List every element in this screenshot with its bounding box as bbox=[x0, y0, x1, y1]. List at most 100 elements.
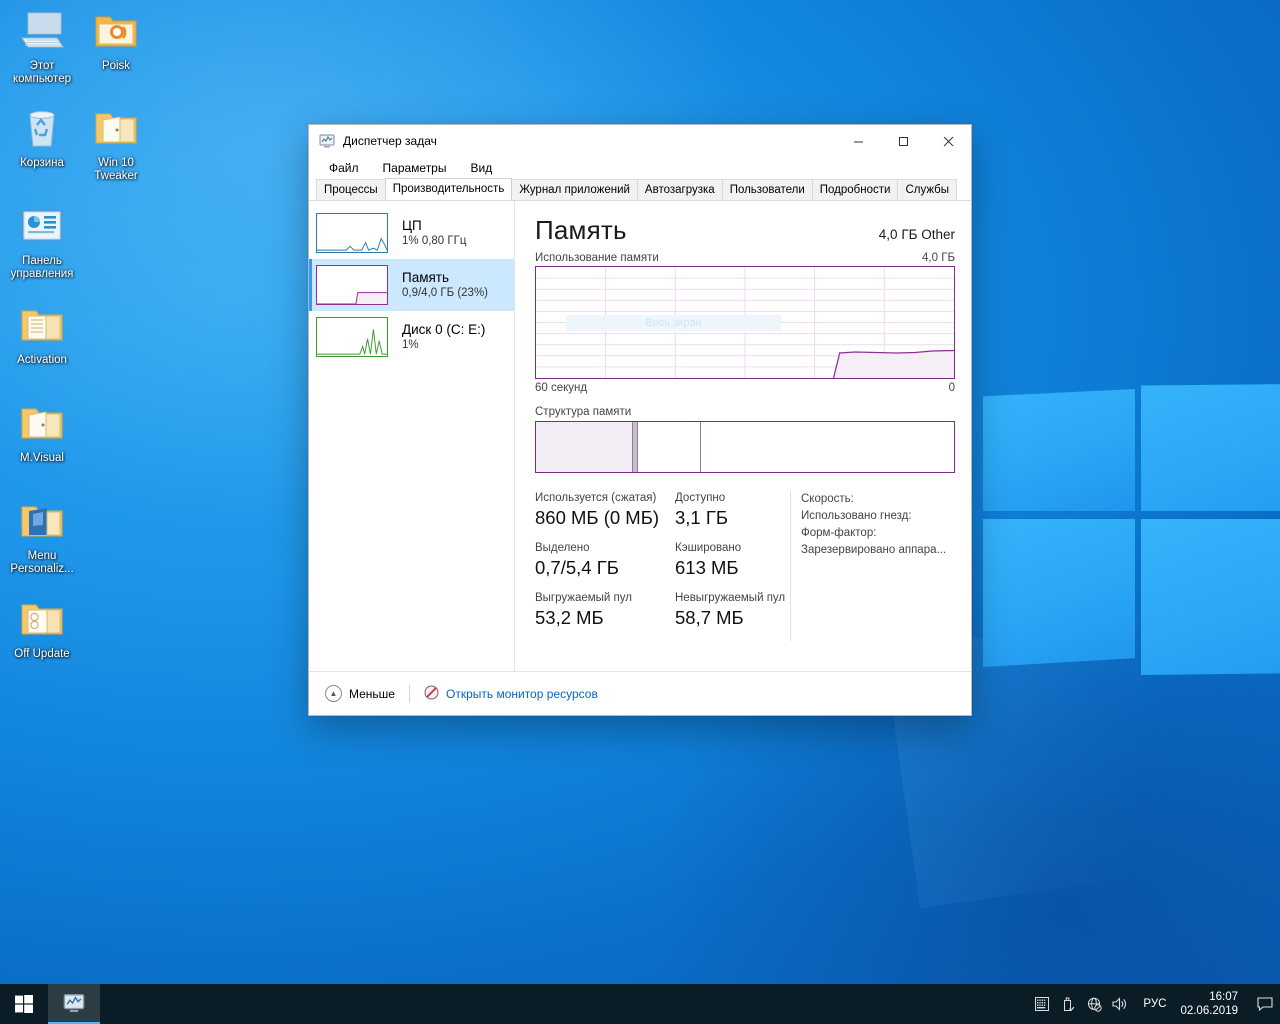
network-blocked-icon[interactable] bbox=[1081, 984, 1107, 1024]
volume-icon[interactable] bbox=[1107, 984, 1133, 1024]
close-button[interactable] bbox=[926, 125, 971, 157]
stat-label: Используется (сжатая) bbox=[535, 492, 657, 504]
sidebar-sub-disk0: 1% bbox=[402, 338, 419, 351]
tab-4[interactable]: Пользователи bbox=[721, 179, 813, 200]
stat-committed: Выделено 0,7/5,4 ГБ bbox=[535, 541, 675, 580]
resource-monitor-label: Открыть монитор ресурсов bbox=[445, 686, 598, 701]
folder-door-icon bbox=[92, 105, 140, 153]
memory-detail-panel: Память 4,0 ГБ Other Использование памяти… bbox=[515, 201, 971, 671]
window-title: Диспетчер задач bbox=[343, 134, 437, 148]
fewer-details-label: Меньше bbox=[349, 686, 395, 701]
tab-3[interactable]: Автозагрузка bbox=[636, 179, 723, 200]
desktop-icon-label: M.Visual bbox=[20, 452, 64, 464]
memory-usage-graph[interactable]: Весь экран bbox=[535, 266, 955, 379]
desktop-icon-menu-personalize[interactable]: Menu Personaliz... bbox=[4, 498, 80, 576]
desktop-icon-label: Win 10 Tweaker bbox=[94, 157, 138, 182]
taskmanager-icon bbox=[63, 994, 85, 1012]
sidebar-item-memory[interactable]: Память 0,9/4,0 ГБ (23%) bbox=[309, 259, 514, 311]
spec-line-3: Зарезервировано аппара... bbox=[801, 544, 947, 556]
language-indicator[interactable]: РУС bbox=[1133, 984, 1176, 1024]
sidebar-sub-memory: 0,9/4,0 ГБ (23%) bbox=[402, 286, 489, 299]
taskbar-item-taskmanager[interactable] bbox=[48, 984, 100, 1024]
sidebar-item-disk0[interactable]: Диск 0 (C: E:) 1% bbox=[309, 311, 514, 363]
sidebar-text-cpu: ЦП 1% 0,80 ГГц bbox=[402, 218, 466, 249]
tab-5[interactable]: Подробности bbox=[811, 179, 899, 200]
folder-search-icon bbox=[92, 8, 140, 56]
desktop-icon-m-visual[interactable]: M.Visual bbox=[4, 400, 80, 465]
sidebar-thumb-cpu bbox=[316, 213, 388, 253]
sidebar-text-memory: Память 0,9/4,0 ГБ (23%) bbox=[402, 270, 488, 301]
tab-6[interactable]: Службы bbox=[897, 179, 958, 200]
composition-segment-standby[interactable] bbox=[638, 422, 702, 472]
desktop-icon-off-update[interactable]: Off Update bbox=[4, 596, 80, 661]
window-controls bbox=[836, 125, 971, 157]
task-manager-window[interactable]: Диспетчер задач Файл Параметры Вид Проце… bbox=[308, 124, 972, 716]
desktop-icon-poisk[interactable]: Poisk bbox=[78, 8, 154, 73]
memory-composition-bar[interactable] bbox=[535, 421, 955, 473]
menu-bar: Файл Параметры Вид bbox=[309, 157, 971, 179]
window-titlebar[interactable]: Диспетчер задач bbox=[309, 125, 971, 157]
desktop-icon-label: Панель управления bbox=[10, 255, 74, 280]
action-center-button[interactable] bbox=[1250, 984, 1280, 1024]
resource-list: ЦП 1% 0,80 ГГц Память 0,9/4,0 ГБ (23%) Дис… bbox=[309, 201, 515, 671]
sidebar-thumb-disk0 bbox=[316, 317, 388, 357]
win-logo-pane-top-right bbox=[1141, 383, 1280, 511]
tab-0[interactable]: Процессы bbox=[316, 179, 386, 200]
sidebar-item-cpu[interactable]: ЦП 1% 0,80 ГГц bbox=[309, 207, 514, 259]
stat-value: 613 МБ bbox=[675, 557, 739, 578]
memory-capacity-label: 4,0 ГБ Other bbox=[878, 227, 955, 242]
win-logo-pane-bottom-left bbox=[983, 519, 1135, 667]
memory-statistics: Используется (сжатая) 860 МБ (0 МБ) Доступ… bbox=[535, 491, 955, 641]
footer-divider bbox=[408, 684, 410, 703]
minimize-button[interactable] bbox=[836, 125, 881, 157]
desktop-icon-control-panel[interactable]: Панель управления bbox=[4, 203, 80, 281]
tab-2[interactable]: Журнал приложений bbox=[511, 179, 638, 200]
taskbar: РУС 16:07 02.06.2019 bbox=[0, 984, 1280, 1024]
desktop-icon-label: Этот компьютер bbox=[13, 60, 71, 85]
folder-blue-icon bbox=[18, 498, 66, 546]
graph-time-span: 60 секунд bbox=[535, 382, 588, 394]
stat-in-use-compressed: Используется (сжатая) 860 МБ (0 МБ) bbox=[535, 491, 675, 530]
detail-header: Память 4,0 ГБ Other bbox=[535, 215, 955, 246]
memory-hardware-specs: Скорость: Использовано гнезд: Форм-фактор:… bbox=[790, 491, 955, 641]
open-resource-monitor-link[interactable]: Открыть монитор ресурсов bbox=[424, 685, 598, 703]
menu-view[interactable]: Вид bbox=[468, 160, 494, 176]
stat-label: Доступно bbox=[675, 492, 726, 504]
stat-value: 0,7/5,4 ГБ bbox=[535, 557, 619, 578]
folder-door-icon bbox=[18, 400, 66, 448]
start-button[interactable] bbox=[0, 984, 48, 1024]
menu-options[interactable]: Параметры bbox=[381, 160, 449, 176]
usb-eject-icon[interactable] bbox=[1055, 984, 1081, 1024]
stat-nonpaged-pool: Невыгружаемый пул 58,7 МБ bbox=[675, 591, 785, 630]
graph-caption-left: Использование памяти bbox=[535, 252, 659, 264]
task-manager-body: ЦП 1% 0,80 ГГц Память 0,9/4,0 ГБ (23%) Дис… bbox=[309, 201, 971, 671]
chevron-up-icon: ▲ bbox=[325, 685, 342, 702]
desktop-icon-this-pc[interactable]: Этот компьютер bbox=[4, 8, 80, 86]
win-logo-pane-top-left bbox=[983, 389, 1135, 511]
composition-segment-in-use[interactable] bbox=[536, 422, 634, 472]
maximize-button[interactable] bbox=[881, 125, 926, 157]
clock[interactable]: 16:07 02.06.2019 bbox=[1176, 984, 1250, 1024]
memory-usage-series bbox=[536, 349, 954, 378]
stat-row: Выделено 0,7/5,4 ГБ Кэшировано 613 МБ bbox=[535, 541, 790, 580]
touch-keyboard-icon[interactable] bbox=[1029, 984, 1055, 1024]
fewer-details-button[interactable]: ▲ Меньше bbox=[325, 685, 395, 702]
sidebar-title-cpu: ЦП bbox=[402, 217, 422, 233]
stat-label: Кэшировано bbox=[675, 542, 742, 554]
graph-caption-right: 4,0 ГБ bbox=[922, 252, 955, 264]
composition-segment-free[interactable] bbox=[701, 422, 954, 472]
folder-disc-icon bbox=[18, 596, 66, 644]
stat-paged-pool: Выгружаемый пул 53,2 МБ bbox=[535, 591, 675, 630]
window-footer: ▲ Меньше Открыть монитор ресурсов bbox=[309, 671, 971, 715]
spec-line-0: Скорость: bbox=[801, 493, 854, 505]
stat-cached: Кэшировано 613 МБ bbox=[675, 541, 741, 580]
sidebar-thumb-memory bbox=[316, 265, 388, 305]
resource-monitor-icon bbox=[424, 685, 439, 703]
tab-1[interactable]: Производительность bbox=[384, 178, 513, 200]
menu-file[interactable]: Файл bbox=[327, 160, 361, 176]
desktop-icon-win10-tweaker[interactable]: Win 10 Tweaker bbox=[78, 105, 154, 183]
clock-time: 16:07 bbox=[1209, 991, 1238, 1003]
desktop-icon-recycle-bin[interactable]: Корзина bbox=[4, 105, 80, 170]
desktop-icon-activation[interactable]: Activation bbox=[4, 302, 80, 367]
stat-row: Выгружаемый пул 53,2 МБ Невыгружаемый пул 5… bbox=[535, 591, 790, 630]
